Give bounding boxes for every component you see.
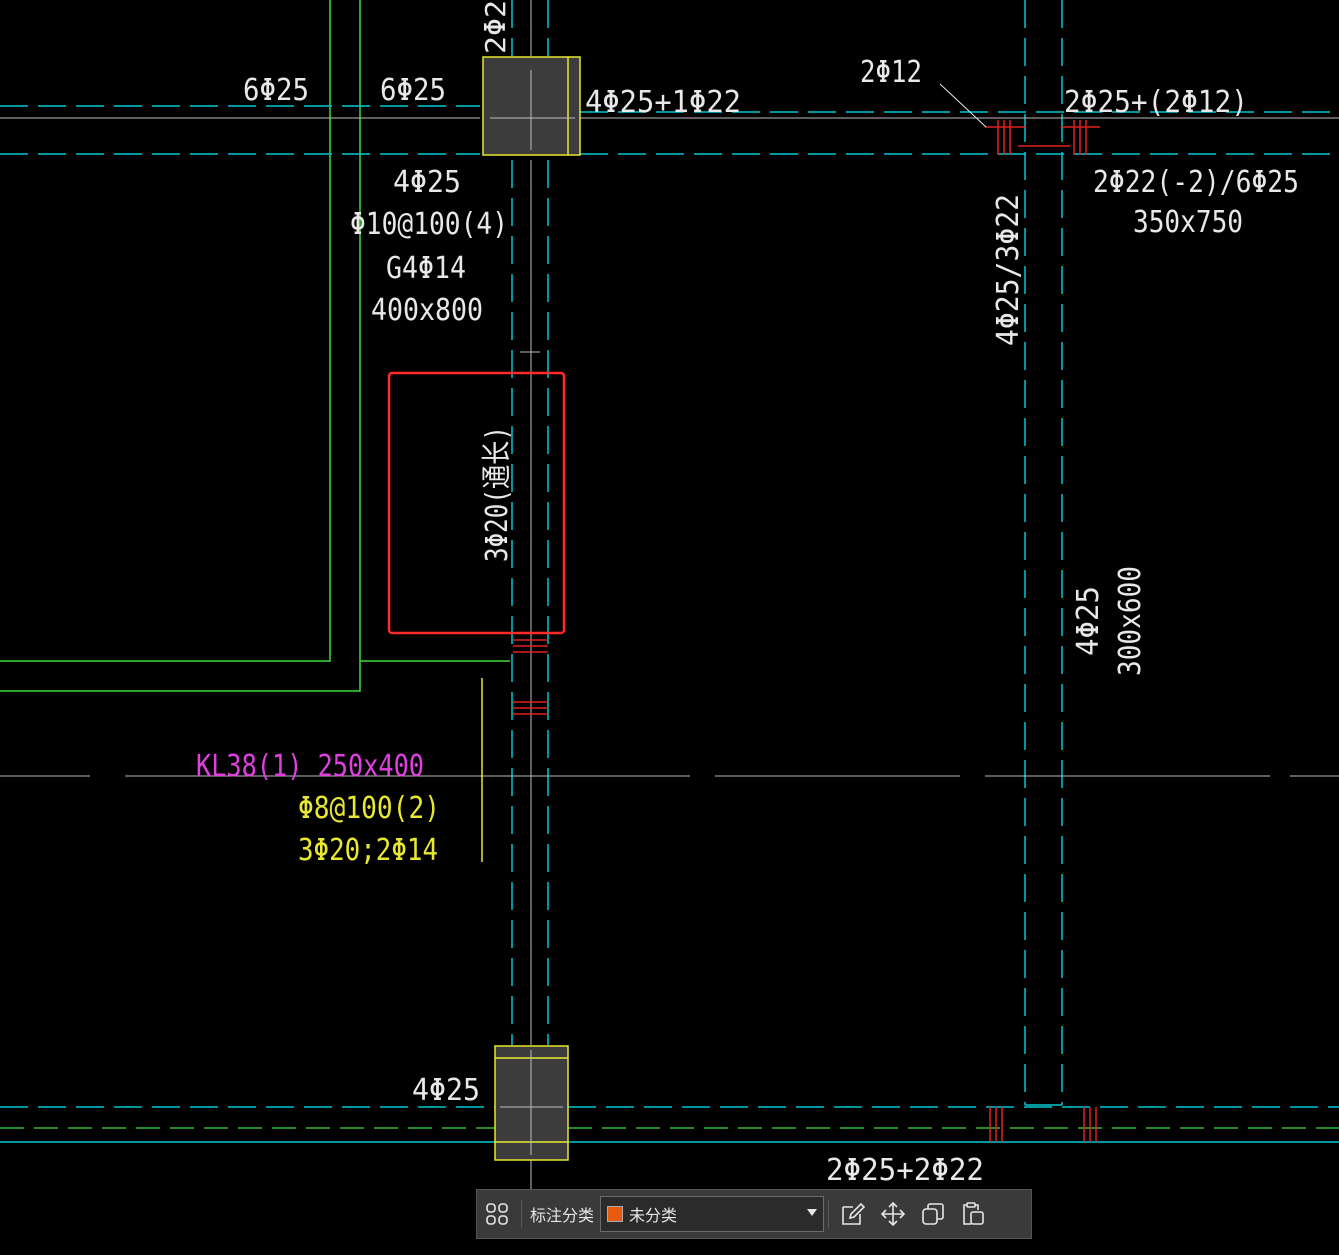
annotation-bottom-right[interactable]: 2Φ25+2Φ22 [826, 1153, 984, 1188]
selection-highlight-box[interactable] [387, 371, 566, 635]
category-color-swatch [607, 1206, 624, 1222]
annotation-vertical-4d25-3d22[interactable]: 4Φ25/3Φ22 [991, 194, 1026, 346]
chevron-down-icon [807, 1209, 818, 1216]
beam-label-rebar[interactable]: 3Φ20;2Φ14 [298, 833, 438, 868]
annotation-toolbar: 标注分类 未分类 [476, 1189, 1032, 1239]
beam-label-stirrup[interactable]: Φ8@100(2) [298, 791, 440, 826]
edit-icon[interactable] [833, 1194, 873, 1234]
beam-label-title[interactable]: KL38(1) 250x400 [196, 749, 424, 784]
toolbar-divider [521, 1200, 522, 1228]
annotation-mid-6d25[interactable]: 6Φ25 [380, 73, 446, 108]
annotation-right-top[interactable]: 2Φ25+(2Φ12) [1064, 85, 1248, 120]
annotations: 2Φ2 6Φ25 6Φ25 4Φ25+1Φ22 4Φ25 Φ10@100(4) … [243, 0, 1299, 1188]
grid-icon[interactable] [477, 1194, 517, 1234]
annotation-section-350[interactable]: 350x750 [1133, 205, 1243, 240]
column-top[interactable] [482, 56, 581, 156]
category-label: 标注分类 [530, 1206, 595, 1225]
beam-label[interactable]: KL38(1) 250x400 Φ8@100(2) 3Φ20;2Φ14 [196, 749, 440, 868]
category-select-value: 未分类 [629, 1206, 678, 1225]
column-bottom[interactable] [494, 1045, 569, 1161]
annotation-top-cut[interactable]: 2Φ2 [479, 0, 512, 54]
axis-lines-solid [0, 1104, 1339, 1143]
annotation-vertical-300x600[interactable]: 300x600 [1113, 566, 1148, 676]
annotation-vertical-tonchang[interactable]: 3Φ20(通长) [480, 426, 515, 562]
annotation-vertical-4d25[interactable]: 4Φ25 [1071, 586, 1106, 656]
paste-icon[interactable] [953, 1194, 993, 1234]
annotation-col-top-right[interactable]: 4Φ25+1Φ22 [585, 85, 741, 120]
category-select[interactable]: 未分类 [600, 1196, 825, 1232]
copy-icon[interactable] [913, 1194, 953, 1234]
move-icon[interactable] [873, 1194, 913, 1234]
toolbar-divider [828, 1200, 830, 1228]
annotation-col-top-below[interactable]: 4Φ25 [393, 165, 461, 200]
leader-lines [939, 83, 987, 128]
annotation-right-mid[interactable]: 2Φ22(-2)/6Φ25 [1093, 165, 1299, 200]
annotation-g4[interactable]: G4Φ14 [386, 251, 466, 286]
annotation-tag-2d12[interactable]: 2Φ12 [860, 55, 922, 90]
annotation-left-6d25[interactable]: 6Φ25 [243, 73, 309, 108]
annotation-col-bottom[interactable]: 4Φ25 [412, 1073, 480, 1108]
annotation-stirrup[interactable]: Φ10@100(4) [350, 207, 508, 242]
annotation-section-400[interactable]: 400x800 [371, 293, 483, 328]
cad-drawing-canvas[interactable]: 2Φ2 6Φ25 6Φ25 4Φ25+1Φ22 4Φ25 Φ10@100(4) … [0, 0, 1339, 1255]
